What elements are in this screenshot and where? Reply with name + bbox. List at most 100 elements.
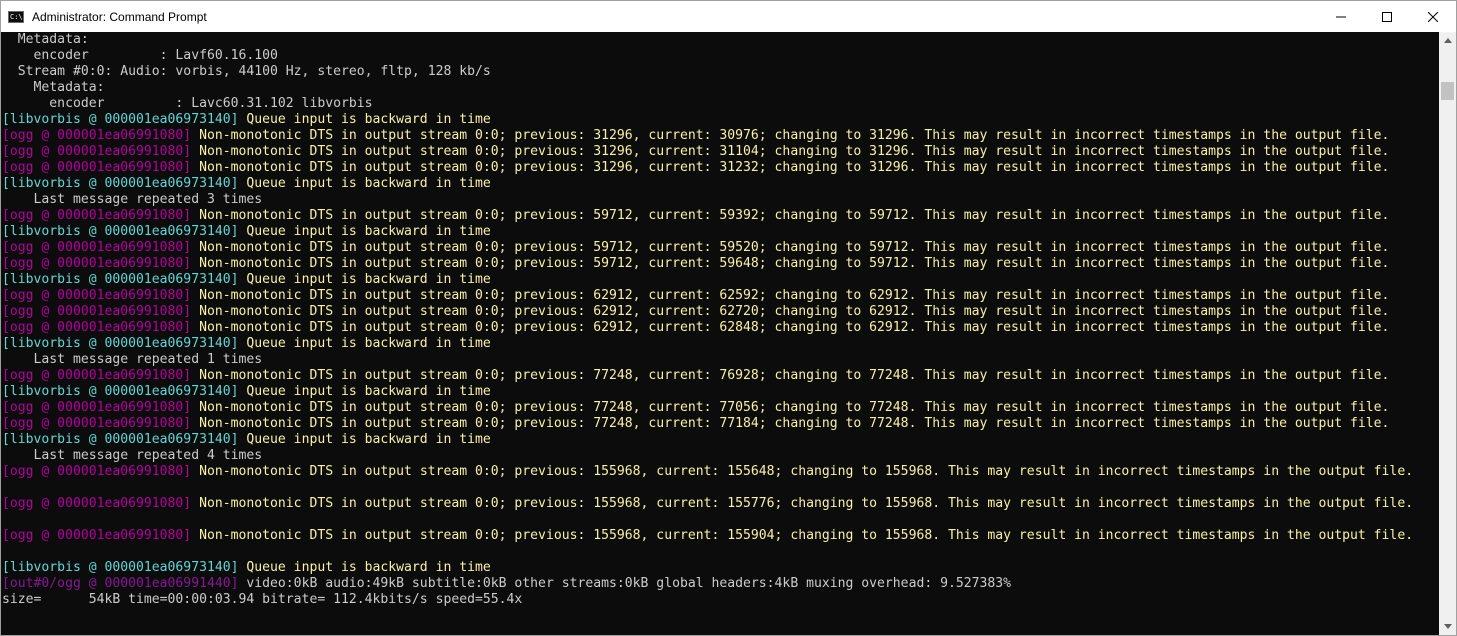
console-line: [libvorbis @ 000001ea06973140] Queue inp… [2, 272, 1413, 288]
console-line: [libvorbis @ 000001ea06973140] Queue inp… [2, 176, 1413, 192]
console-line: [libvorbis @ 000001ea06973140] Queue inp… [2, 560, 1413, 576]
console-text-segment: Non-monotonic DTS in output stream 0:0; … [191, 416, 1390, 431]
console-text-segment: Non-monotonic DTS in output stream 0:0; … [191, 128, 1390, 143]
console-text-segment: Non-monotonic DTS in output stream 0:0; … [191, 208, 1390, 223]
minimize-button[interactable] [1318, 1, 1364, 32]
console-text-segment: [libvorbis @ 000001ea06973140] [2, 176, 239, 191]
console-line: [ogg @ 000001ea06991080] Non-monotonic D… [2, 528, 1413, 544]
console-text-segment: encoder : Lavc60.31.102 libvorbis [2, 96, 373, 111]
window-controls [1318, 1, 1456, 32]
console-text-segment: [libvorbis @ 000001ea06973140] [2, 224, 239, 239]
console-line: [ogg @ 000001ea06991080] Non-monotonic D… [2, 144, 1413, 160]
console-line: [libvorbis @ 000001ea06973140] Queue inp… [2, 432, 1413, 448]
console-text-segment: [ogg @ 000001ea06991080] [2, 288, 192, 303]
console-text-segment: Non-monotonic DTS in output stream 0:0; … [191, 144, 1390, 159]
console-line: [ogg @ 000001ea06991080] Non-monotonic D… [2, 256, 1413, 272]
console-text-segment: [libvorbis @ 000001ea06973140] [2, 432, 239, 447]
console-line: [ogg @ 000001ea06991080] Non-monotonic D… [2, 496, 1413, 512]
console-text-segment: [libvorbis @ 000001ea06973140] [2, 384, 239, 399]
console-text-segment: [libvorbis @ 000001ea06973140] [2, 272, 239, 287]
cmd-icon[interactable]: C:\ [8, 10, 24, 23]
console-text-segment: Queue input is backward in time [238, 112, 491, 127]
console-line: [ogg @ 000001ea06991080] Non-monotonic D… [2, 288, 1413, 304]
console-text-segment: Last message repeated 4 times [2, 448, 263, 463]
console-line: [ogg @ 000001ea06991080] Non-monotonic D… [2, 128, 1413, 144]
console-text-segment: [ogg @ 000001ea06991080] [2, 416, 192, 431]
console-text-segment: Non-monotonic DTS in output stream 0:0; … [191, 528, 1414, 543]
console-line: [out#0/ogg @ 000001ea06991440] video:0kB… [2, 576, 1413, 592]
console-text-segment: [ogg @ 000001ea06991080] [2, 208, 192, 223]
close-button[interactable] [1410, 1, 1456, 32]
console-line: Metadata: [2, 32, 1413, 48]
console-line: encoder : Lavf60.16.100 [2, 48, 1413, 64]
console-line: [ogg @ 000001ea06991080] Non-monotonic D… [2, 368, 1413, 384]
console-line: Last message repeated 4 times [2, 448, 1413, 464]
console-line: Metadata: [2, 80, 1413, 96]
command-prompt-window: C:\ Administrator: Command Prompt Metada… [0, 0, 1457, 636]
console-line: size= 54kB time=00:00:03.94 bitrate= 112… [2, 592, 1413, 608]
console-text-segment: Non-monotonic DTS in output stream 0:0; … [191, 320, 1390, 335]
console-text-segment: [ogg @ 000001ea06991080] [2, 496, 192, 511]
console-text-segment: [ogg @ 000001ea06991080] [2, 320, 192, 335]
console-text-segment: [ogg @ 000001ea06991080] [2, 400, 192, 415]
console-text-segment: Non-monotonic DTS in output stream 0:0; … [191, 304, 1390, 319]
console-line: Stream #0:0: Audio: vorbis, 44100 Hz, st… [2, 64, 1413, 80]
console-line: [ogg @ 000001ea06991080] Non-monotonic D… [2, 416, 1413, 432]
console-text-segment: video:0kB audio:49kB subtitle:0kB other … [238, 576, 1012, 591]
minimize-icon [1336, 16, 1346, 17]
console-text-segment: Metadata: [2, 32, 89, 47]
maximize-icon [1382, 11, 1392, 22]
console-text-segment: encoder : Lavf60.16.100 [2, 48, 278, 63]
console-line: [libvorbis @ 000001ea06973140] Queue inp… [2, 112, 1413, 128]
console-text-segment: Non-monotonic DTS in output stream 0:0; … [191, 288, 1390, 303]
console-text-segment: Last message repeated 1 times [2, 352, 263, 367]
chevron-up-icon [1443, 38, 1452, 43]
title-bar[interactable]: C:\ Administrator: Command Prompt [1, 1, 1456, 32]
scrollbar-thumb[interactable] [1441, 82, 1454, 100]
console-line: [libvorbis @ 000001ea06973140] Queue inp… [2, 336, 1413, 352]
console-text-segment: Non-monotonic DTS in output stream 0:0; … [191, 368, 1390, 383]
console-text-segment: Non-monotonic DTS in output stream 0:0; … [191, 240, 1390, 255]
console-text-segment: [ogg @ 000001ea06991080] [2, 144, 192, 159]
console-text-segment: Queue input is backward in time [238, 432, 491, 447]
console-text-segment: [ogg @ 000001ea06991080] [2, 464, 192, 479]
console-text-segment: Queue input is backward in time [238, 336, 491, 351]
console-line: [ogg @ 000001ea06991080] Non-monotonic D… [2, 400, 1413, 416]
console-text-segment: Non-monotonic DTS in output stream 0:0; … [191, 464, 1414, 479]
vertical-scrollbar[interactable] [1439, 32, 1456, 635]
console-text-segment: Queue input is backward in time [238, 176, 491, 191]
console-text-segment: [libvorbis @ 000001ea06973140] [2, 112, 239, 127]
console-text-segment: Last message repeated 3 times [2, 192, 263, 207]
console-line: Last message repeated 1 times [2, 352, 1413, 368]
console-text-segment: [out#0/ogg @ 000001ea06991440] [2, 576, 239, 591]
console-text-segment: Queue input is backward in time [238, 224, 491, 239]
console-text-segment: [ogg @ 000001ea06991080] [2, 240, 192, 255]
console-text-segment: Metadata: [2, 80, 105, 95]
console-text-segment: Non-monotonic DTS in output stream 0:0; … [191, 400, 1390, 415]
console-line: Last message repeated 3 times [2, 192, 1413, 208]
maximize-button[interactable] [1364, 1, 1410, 32]
console-text-segment: Non-monotonic DTS in output stream 0:0; … [191, 256, 1390, 271]
console-line: [libvorbis @ 000001ea06973140] Queue inp… [2, 224, 1413, 240]
console-line: [ogg @ 000001ea06991080] Non-monotonic D… [2, 208, 1413, 224]
console-text-segment: Non-monotonic DTS in output stream 0:0; … [191, 496, 1414, 511]
chevron-down-icon [1443, 624, 1452, 629]
console-text-segment: Queue input is backward in time [238, 272, 491, 287]
console-text-segment: Stream #0:0: Audio: vorbis, 44100 Hz, st… [2, 64, 491, 79]
console-text-segment: Queue input is backward in time [238, 560, 491, 575]
scroll-down-button[interactable] [1439, 618, 1456, 635]
console-text-segment: [libvorbis @ 000001ea06973140] [2, 560, 239, 575]
console-line: [ogg @ 000001ea06991080] Non-monotonic D… [2, 160, 1413, 176]
console-text-segment: [ogg @ 000001ea06991080] [2, 528, 192, 543]
console-text-segment: [ogg @ 000001ea06991080] [2, 368, 192, 383]
console-lines: Metadata: encoder : Lavf60.16.100 Stream… [2, 32, 1413, 608]
console-text-segment: [ogg @ 000001ea06991080] [2, 160, 192, 175]
close-icon [1428, 11, 1438, 22]
console-output[interactable]: Metadata: encoder : Lavf60.16.100 Stream… [1, 32, 1439, 635]
console-text-segment: Queue input is backward in time [238, 384, 491, 399]
scroll-up-button[interactable] [1439, 32, 1456, 49]
console-text-segment: [libvorbis @ 000001ea06973140] [2, 336, 239, 351]
console-text-segment: [ogg @ 000001ea06991080] [2, 304, 192, 319]
